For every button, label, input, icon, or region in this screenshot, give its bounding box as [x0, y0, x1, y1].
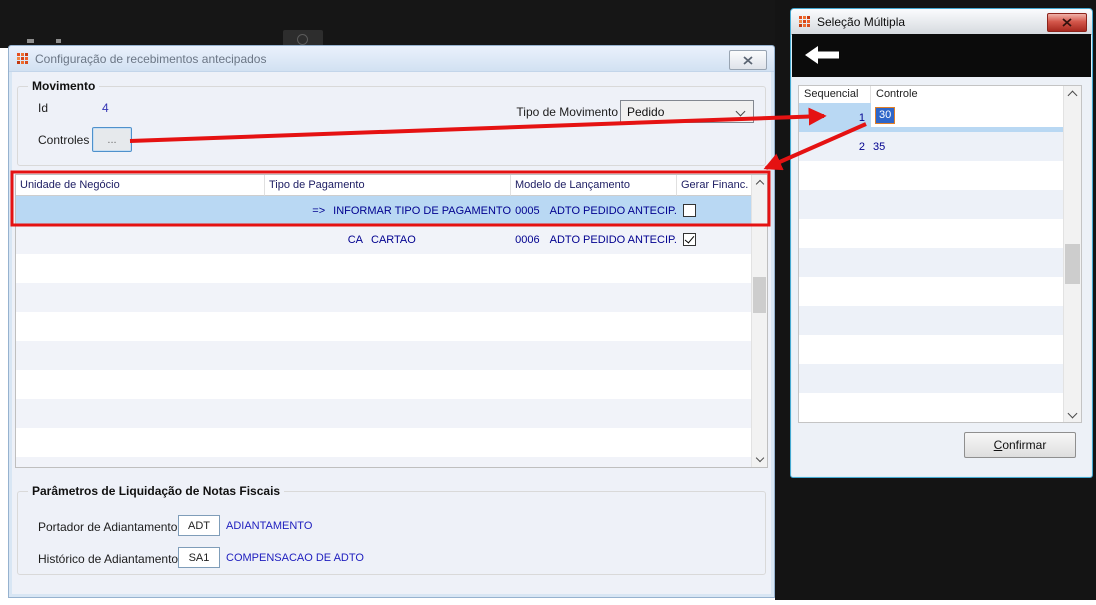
list-item-empty[interactable] [799, 277, 1063, 306]
selecao-multipla-dialog: Seleção Múltipla Sequencial Controle 1 3… [790, 8, 1093, 478]
config-recebimentos-dialog: Configuração de recebimentos antecipados… [8, 45, 775, 598]
background-button-icon [297, 34, 308, 45]
sequencial-value: 2 [858, 140, 865, 153]
scroll-down-button[interactable] [752, 450, 767, 466]
id-label: Id [38, 101, 49, 115]
parametros-group: Parâmetros de Liquidação de Notas Fiscai… [17, 484, 766, 575]
list-item[interactable]: 2 35 [799, 132, 1063, 161]
table-body: => INFORMAR TIPO DE PAGAMENTO 0005 ADTO … [16, 196, 751, 467]
table-scrollbar[interactable] [751, 175, 767, 467]
table-row-empty[interactable] [16, 312, 751, 341]
tipo-movimento-value: Pedido [627, 104, 665, 119]
dialog-title: Seleção Múltipla [817, 14, 906, 29]
pagamento-code: CA [347, 233, 363, 246]
list-item-empty[interactable] [799, 335, 1063, 364]
pagamento-desc: CARTAO [371, 233, 416, 246]
close-button[interactable] [1047, 13, 1087, 32]
controles-label: Controles [38, 133, 90, 147]
col-controle[interactable]: Controle [871, 86, 1063, 103]
list-scrollbar[interactable] [1063, 86, 1081, 422]
portador-desc: ADIANTAMENTO [226, 520, 313, 532]
modelo-desc: ADTO PEDIDO ANTECIP. [549, 204, 677, 217]
pagamento-code: => [312, 204, 326, 217]
list-header: Sequencial Controle [799, 86, 1063, 104]
background-artifact [27, 39, 34, 43]
dialog-title: Configuração de recebimentos antecipados [35, 51, 267, 66]
list-item-empty[interactable] [799, 190, 1063, 219]
controles-browse-button[interactable]: ... [92, 127, 132, 152]
table-row-empty[interactable] [16, 341, 751, 370]
app-icon [16, 52, 29, 65]
table-row-empty[interactable] [16, 399, 751, 428]
scrollbar-thumb[interactable] [1065, 244, 1080, 284]
close-button[interactable] [729, 50, 767, 70]
list-item-empty[interactable] [799, 248, 1063, 277]
chevron-down-icon [755, 453, 764, 463]
gerar-financ-checkbox[interactable] [683, 233, 696, 246]
list-item-empty[interactable] [799, 393, 1063, 422]
list-item-empty[interactable] [799, 364, 1063, 393]
historico-code-input[interactable]: SA1 [178, 547, 220, 568]
chevron-up-icon [755, 179, 764, 189]
movimento-legend: Movimento [28, 79, 100, 93]
chevron-down-icon [735, 106, 746, 117]
dialog-toolbar [792, 34, 1091, 77]
parametros-legend: Parâmetros de Liquidação de Notas Fiscai… [28, 484, 285, 498]
table-header: Unidade de Negócio Tipo de Pagamento Mod… [16, 175, 767, 196]
close-icon [1062, 18, 1072, 27]
list-item-empty[interactable] [799, 219, 1063, 248]
list-item[interactable]: 1 30 [799, 103, 1063, 132]
sequencial-value: 1 [858, 111, 865, 124]
list-item-empty[interactable] [799, 306, 1063, 335]
col-unidade-negocio[interactable]: Unidade de Negócio [16, 175, 265, 196]
controle-value: 35 [873, 140, 886, 153]
col-modelo-lancamento[interactable]: Modelo de Lançamento [511, 175, 677, 196]
tipo-movimento-select[interactable]: Pedido [620, 100, 754, 123]
table-row-empty[interactable] [16, 283, 751, 312]
table-row-empty[interactable] [16, 457, 751, 467]
list-item-empty[interactable] [799, 161, 1063, 190]
id-value: 4 [102, 101, 109, 115]
col-tipo-pagamento[interactable]: Tipo de Pagamento [265, 175, 511, 196]
movimento-group: Movimento Id 4 Controles ... Tipo de Mov… [17, 79, 766, 166]
historico-label: Histórico de Adiantamento [38, 552, 179, 566]
col-sequencial[interactable]: Sequencial [799, 86, 871, 103]
historico-desc: COMPENSACAO DE ADTO [226, 552, 364, 564]
dialog-titlebar[interactable]: Configuração de recebimentos antecipados [9, 46, 774, 72]
background-artifact [56, 39, 61, 43]
tipo-movimento-label: Tipo de Movimento [516, 105, 618, 119]
portador-label: Portador de Adiantamento [38, 520, 178, 534]
confirmar-button[interactable]: Confirmar [964, 432, 1076, 458]
screen: Configuração de recebimentos antecipados… [0, 0, 1096, 605]
controls-list: Sequencial Controle 1 30 2 35 [798, 85, 1082, 423]
modelo-code: 0005 [515, 204, 540, 217]
back-button[interactable] [805, 44, 839, 66]
table-row-empty[interactable] [16, 428, 751, 457]
modelo-desc: ADTO PEDIDO ANTECIP. [549, 233, 677, 246]
left-arrow-icon [805, 46, 839, 64]
table-row-empty[interactable] [16, 370, 751, 399]
table-row[interactable]: => INFORMAR TIPO DE PAGAMENTO 0005 ADTO … [16, 196, 751, 225]
controle-edit-cell[interactable]: 30 [871, 103, 1063, 127]
scroll-up-button[interactable] [1064, 87, 1081, 103]
close-icon [743, 55, 753, 65]
table-row-empty[interactable] [16, 254, 751, 283]
table-row[interactable]: CA CARTAO 0006 ADTO PEDIDO ANTECIP. [16, 225, 751, 254]
scrollbar-thumb[interactable] [753, 277, 766, 313]
pagamento-desc: INFORMAR TIPO DE PAGAMENTO [333, 204, 511, 217]
portador-code-input[interactable]: ADT [178, 515, 220, 536]
chevron-down-icon [1067, 408, 1078, 418]
app-icon [798, 15, 811, 28]
modelo-code: 0006 [515, 233, 540, 246]
list-body: 1 30 2 35 [799, 103, 1063, 422]
scroll-down-button[interactable] [1064, 405, 1081, 421]
payment-types-table: Unidade de Negócio Tipo de Pagamento Mod… [15, 174, 768, 468]
gerar-financ-checkbox[interactable] [683, 204, 696, 217]
controle-value: 30 [875, 106, 896, 124]
scroll-up-button[interactable] [752, 176, 767, 192]
chevron-up-icon [1067, 90, 1078, 100]
